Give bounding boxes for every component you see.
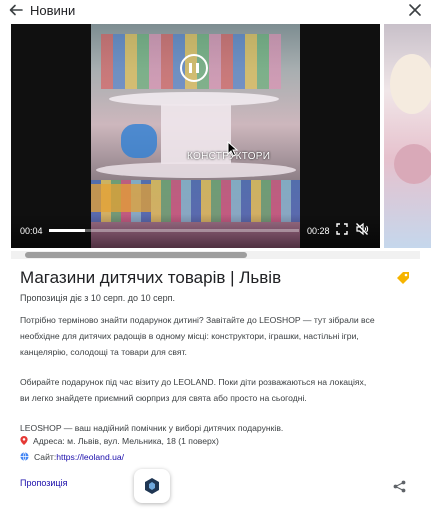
address-text: Адреса: м. Львів, вул. Мельника, 18 (1 п…: [33, 436, 219, 446]
ad-title: Магазини дитячих товарів | Львів: [20, 268, 282, 287]
plush-toy: [394, 144, 431, 184]
close-icon[interactable]: [407, 2, 423, 18]
progress-fill: [49, 229, 85, 232]
total-time: 00:28: [307, 226, 330, 236]
location-pin-icon: [20, 436, 28, 445]
mute-icon[interactable]: [355, 222, 369, 236]
sponsored-link[interactable]: Пропозиція: [20, 478, 67, 488]
video-player[interactable]: КОНСТРУКТОРИ 00:04 00:28: [11, 24, 380, 248]
tag-icon: [397, 272, 409, 284]
offer-validity: Пропозиція діє з 10 серп. до 10 серп.: [20, 293, 175, 303]
plush-toy: [390, 54, 431, 114]
brand-logo-icon: [145, 478, 159, 494]
pause-button[interactable]: [180, 54, 208, 82]
toy-box: [91, 184, 151, 212]
website-line: Сайт:https://leoland.ua/: [20, 452, 124, 462]
toy-figure: [121, 124, 157, 158]
progress-bar[interactable]: [49, 229, 299, 232]
address-line: Адреса: м. Львів, вул. Мельника, 18 (1 п…: [20, 436, 219, 446]
back-arrow-icon[interactable]: [8, 2, 24, 18]
brand-button[interactable]: [134, 469, 170, 503]
top-bar: Новини: [0, 0, 431, 22]
ad-paragraph: Потрібно терміново знайти подарунок дити…: [20, 315, 375, 357]
website-link[interactable]: https://leoland.ua/: [56, 452, 124, 462]
fullscreen-icon[interactable]: [336, 223, 348, 235]
media-carousel[interactable]: КОНСТРУКТОРИ 00:04 00:28: [11, 24, 431, 248]
website-label: Сайт:: [34, 452, 57, 462]
next-media-thumbnail[interactable]: [384, 24, 431, 248]
shelf-disc-middle: [96, 162, 296, 178]
share-icon[interactable]: [393, 480, 406, 493]
current-time: 00:04: [20, 226, 43, 236]
globe-icon: [20, 452, 29, 461]
scrollbar-thumb[interactable]: [25, 252, 247, 258]
pause-icon: [189, 63, 192, 73]
ad-paragraph: LEOSHOP — ваш надійний помічник у виборі…: [20, 423, 284, 433]
carousel-scrollbar[interactable]: [11, 251, 420, 259]
ad-paragraph: Обирайте подарунок під час візиту до LEO…: [20, 377, 367, 403]
mouse-cursor-icon: [227, 141, 239, 157]
page-title: Новини: [30, 3, 76, 18]
ad-card: Магазини дитячих товарів | Львів Пропози…: [11, 262, 420, 507]
